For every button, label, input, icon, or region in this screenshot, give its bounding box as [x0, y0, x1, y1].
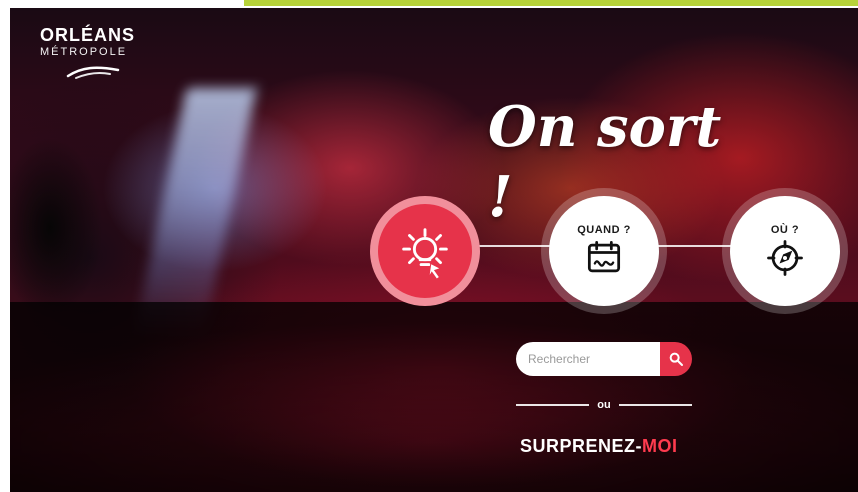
separator-line-right — [618, 404, 693, 406]
top-green-bar — [244, 0, 858, 6]
search-bar — [516, 342, 692, 376]
surprise-me-text: SURPRENEZ- — [520, 436, 643, 456]
spotlight-beam — [133, 88, 257, 338]
crowd-silhouette — [10, 302, 858, 492]
lightbulb-icon — [402, 228, 448, 280]
separator-label: ou — [597, 399, 611, 411]
where-option-button[interactable]: OÙ ? — [730, 196, 840, 306]
logo-top-text: ORLÉANS — [40, 25, 136, 45]
calendar-icon — [587, 241, 621, 273]
orleans-metropole-logo[interactable]: ORLÉANS MÉTROPOLE — [40, 26, 150, 82]
separator-line-left — [516, 404, 590, 406]
or-separator: ou — [516, 398, 693, 412]
search-icon — [669, 352, 683, 366]
search-button[interactable] — [660, 342, 692, 376]
logo-bottom-text: MÉTROPOLE — [40, 46, 128, 58]
screenshot-frame: ORLÉANS MÉTROPOLE On sort ! QUAND ? OÙ ?… — [0, 0, 858, 492]
surprise-me-link[interactable]: SURPRENEZ-MOI — [520, 436, 710, 464]
logo-swoosh-icon — [66, 66, 120, 79]
search-input[interactable] — [516, 342, 660, 376]
left-white-border — [0, 8, 10, 492]
compass-icon — [767, 240, 803, 276]
page-headline: On sort ! — [488, 94, 722, 230]
idea-option-button[interactable] — [370, 196, 480, 306]
when-option-button[interactable]: QUAND ? — [549, 196, 659, 306]
where-option-label: OÙ ? — [770, 224, 800, 236]
surprise-me-accent-text: MOI — [642, 436, 678, 456]
when-option-label: QUAND ? — [577, 224, 631, 236]
